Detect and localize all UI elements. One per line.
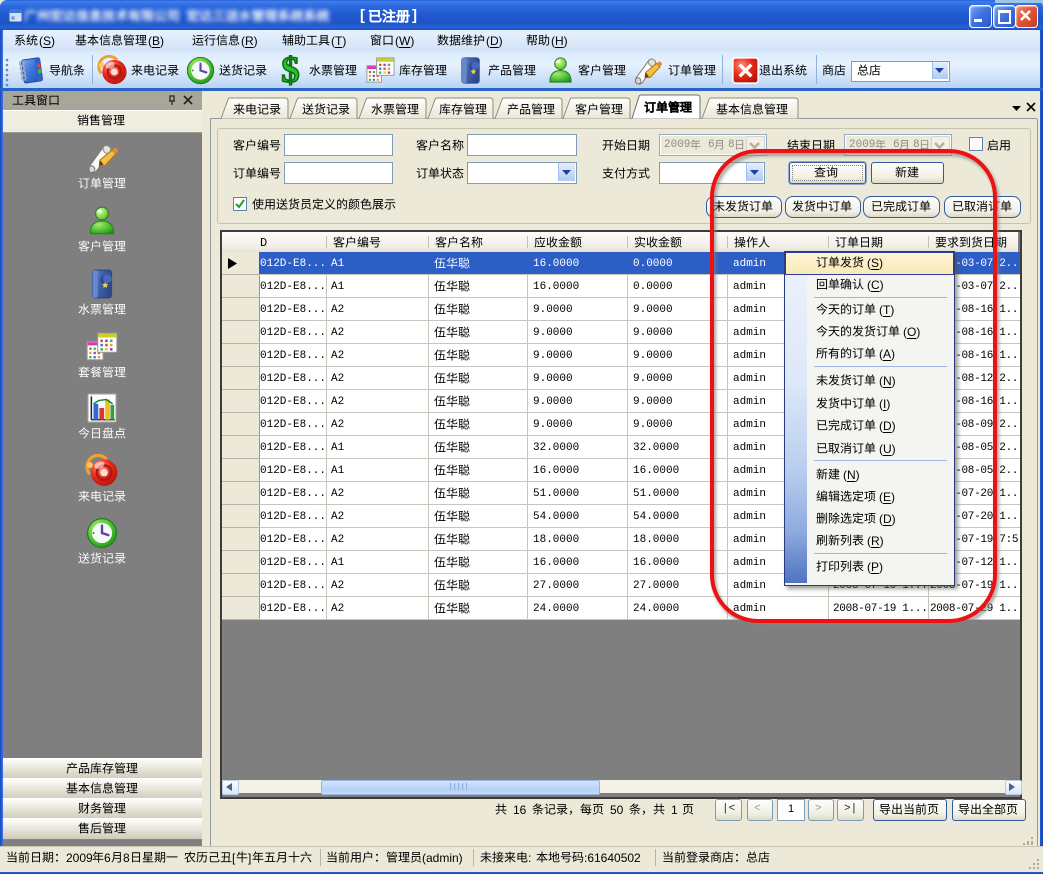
svg-text:$: $	[281, 55, 299, 86]
